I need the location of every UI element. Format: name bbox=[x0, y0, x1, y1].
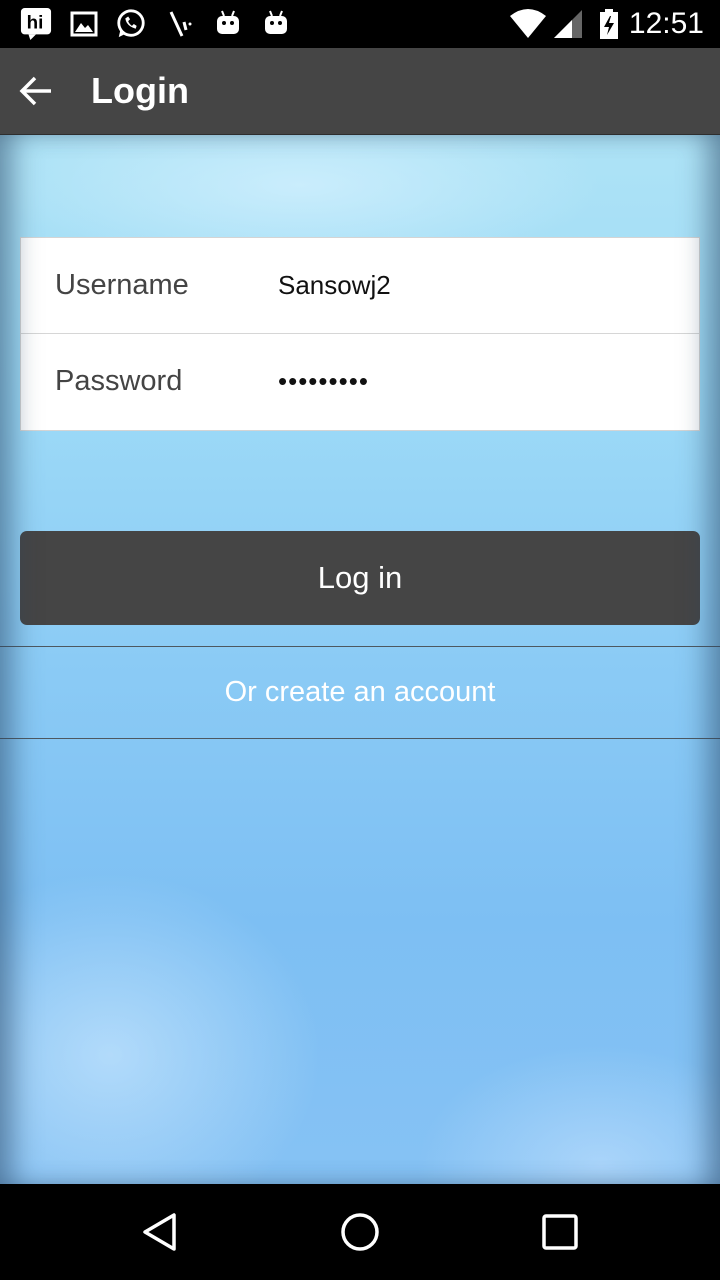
status-bar: hi 12:51 bbox=[0, 0, 720, 48]
back-button[interactable] bbox=[0, 48, 72, 134]
whatsapp-icon bbox=[117, 9, 145, 38]
hi-app-icon: hi bbox=[20, 8, 52, 40]
tools-icon bbox=[169, 11, 192, 37]
battery-charging-icon bbox=[600, 9, 618, 39]
svg-text:hi: hi bbox=[27, 12, 44, 33]
app-toolbar: Login bbox=[0, 48, 720, 135]
login-button[interactable]: Log in bbox=[20, 531, 700, 625]
gallery-icon bbox=[70, 11, 98, 37]
nav-home-button[interactable] bbox=[320, 1200, 400, 1264]
status-time: 12:51 bbox=[628, 7, 704, 40]
password-field[interactable] bbox=[278, 354, 678, 409]
home-circle-icon bbox=[341, 1213, 379, 1251]
nav-back-button[interactable] bbox=[120, 1200, 200, 1264]
back-triangle-icon bbox=[143, 1213, 176, 1251]
app-screen: hi 12:51 Login Username Sansowj2 Passwor… bbox=[0, 0, 720, 1280]
wifi-icon bbox=[510, 9, 546, 38]
username-label: Username bbox=[55, 269, 189, 301]
page-title: Login bbox=[91, 70, 189, 111]
login-form: Username Password bbox=[20, 237, 700, 431]
password-label: Password bbox=[55, 365, 183, 397]
arrow-left-icon bbox=[19, 76, 51, 106]
login-content: Username Password Log in Or create an ac… bbox=[0, 135, 720, 1184]
android-icon bbox=[265, 10, 287, 34]
nav-recents-button[interactable] bbox=[520, 1200, 600, 1264]
navigation-bar bbox=[0, 1184, 720, 1280]
cell-signal-icon bbox=[554, 10, 582, 38]
create-account-link[interactable]: Or create an account bbox=[0, 647, 720, 738]
recents-square-icon bbox=[542, 1214, 578, 1250]
password-row: Password bbox=[21, 333, 699, 429]
username-row: Username bbox=[21, 238, 699, 333]
username-field[interactable] bbox=[278, 258, 678, 313]
create-account-row: Or create an account bbox=[0, 646, 720, 739]
android-icon bbox=[217, 10, 239, 34]
